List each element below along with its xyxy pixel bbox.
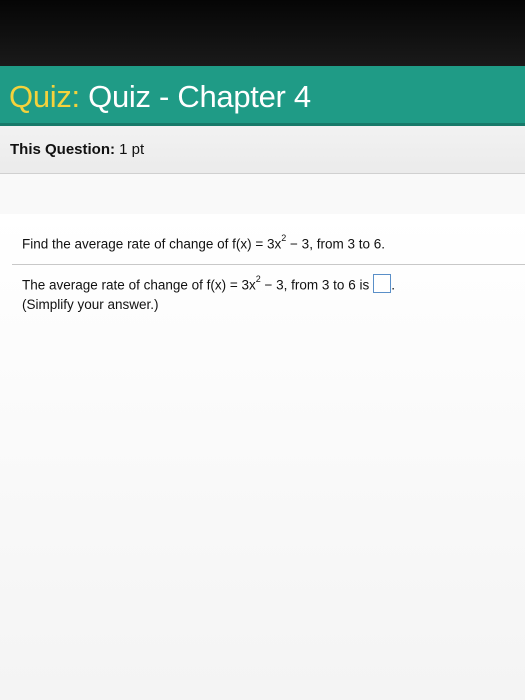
page-title: Quiz: Quiz - Chapter 4 xyxy=(9,79,311,115)
divider xyxy=(12,264,525,265)
answer-statement: The average rate of change of f(x) = 3x2… xyxy=(22,274,395,295)
answer-period: . xyxy=(391,277,395,293)
question-prompt-end: − 3, from 3 to 6. xyxy=(286,236,385,252)
question-panel: Find the average rate of change of f(x) … xyxy=(0,214,525,700)
question-prompt-start: Find the average rate of change of f(x) … xyxy=(22,236,282,252)
quiz-title-prefix: Quiz: xyxy=(9,79,80,114)
answer-text-start: The average rate of change of f(x) = 3x xyxy=(22,277,256,293)
quiz-title-main: Quiz - Chapter 4 xyxy=(79,79,311,114)
toolbar-area xyxy=(0,174,525,214)
question-points: This Question: 1 pt xyxy=(10,141,144,158)
answer-exponent: 2 xyxy=(255,274,261,284)
simplify-hint: (Simplify your answer.) xyxy=(22,297,159,312)
monitor-bezel xyxy=(0,0,525,66)
points-value: 1 pt xyxy=(115,141,145,158)
question-exponent: 2 xyxy=(281,233,287,243)
answer-text-end: − 3, from 3 to 6 is xyxy=(260,277,370,293)
question-info-bar: This Question: 1 pt xyxy=(0,126,525,174)
answer-input[interactable] xyxy=(373,274,392,294)
question-label: This Question: xyxy=(10,141,115,158)
quiz-header: Quiz: Quiz - Chapter 4 xyxy=(0,66,525,126)
question-prompt: Find the average rate of change of f(x) … xyxy=(22,233,385,252)
